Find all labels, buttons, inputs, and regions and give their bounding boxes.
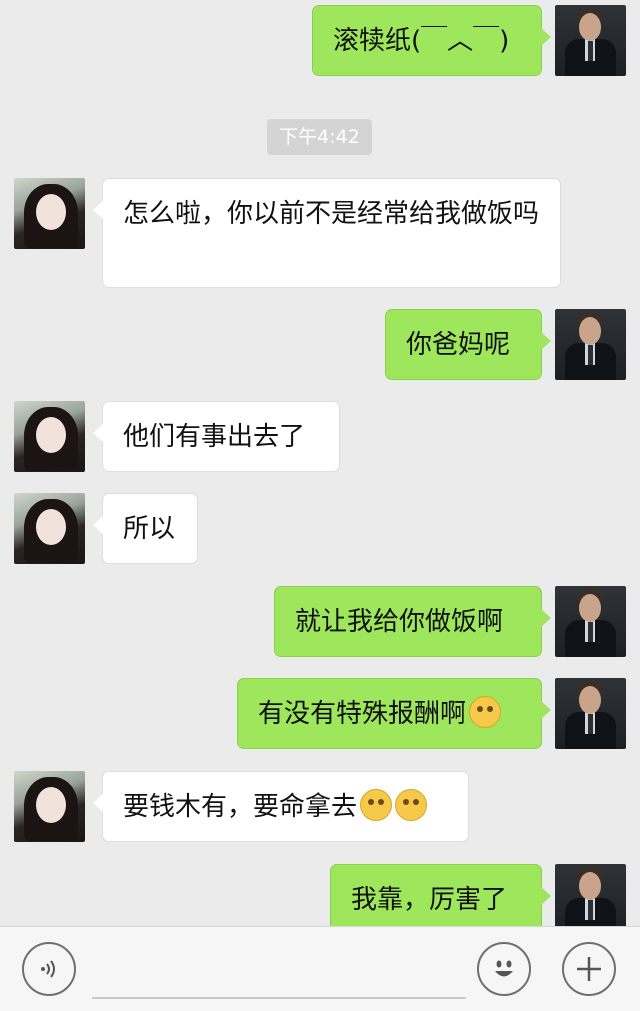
message-bubble-received[interactable]: 他们有事出去了 (93, 401, 340, 472)
contact-avatar-male[interactable] (555, 586, 626, 657)
more-button[interactable] (562, 942, 616, 996)
message-text: 就让我给你做饭啊 (295, 607, 504, 637)
message-text: 有没有特殊报酬啊 (258, 699, 467, 729)
contact-avatar-female[interactable] (14, 493, 85, 564)
emoji-button[interactable] (477, 942, 531, 996)
message-bubble-received[interactable]: 所以 (93, 493, 198, 564)
message-text: 怎么啦，你以前不是经常给我做饭吗 (123, 199, 540, 229)
message-bubble-sent[interactable]: 我靠，厉害了 (330, 864, 551, 926)
voice-button[interactable] (22, 942, 76, 996)
message-bubble-sent[interactable]: 你爸妈呢 (385, 309, 551, 380)
contact-avatar-male[interactable] (555, 678, 626, 749)
contact-avatar-male[interactable] (555, 309, 626, 380)
contact-avatar-male[interactable] (555, 864, 626, 926)
confused-emoji-icon (360, 789, 393, 821)
smiley-icon (495, 960, 513, 977)
chat-area: 滚犊纸(￣︿￣) 下午4:42 怎么啦，你以前不是经常给我做饭吗 你爸妈呢 他们… (0, 0, 640, 926)
confused-emoji-icon (395, 789, 428, 821)
contact-avatar-female[interactable] (14, 771, 85, 842)
message-text: 我靠，厉害了 (351, 885, 508, 915)
message-text: 所以 (123, 514, 176, 544)
contact-avatar-female[interactable] (14, 178, 85, 249)
chat-input-bar (0, 926, 640, 1011)
plus-icon (577, 957, 601, 981)
voice-icon (41, 960, 55, 978)
message-bubble-sent[interactable]: 就让我给你做饭啊 (274, 586, 551, 657)
message-text: 他们有事出去了 (123, 422, 306, 452)
message-bubble-received[interactable]: 怎么啦，你以前不是经常给我做饭吗 (93, 178, 561, 288)
message-bubble-sent[interactable]: 有没有特殊报酬啊 (237, 678, 551, 749)
message-bubble-sent[interactable]: 滚犊纸(￣︿￣) (312, 5, 551, 76)
message-text: 滚犊纸(￣︿￣) (333, 26, 510, 56)
timestamp-label: 下午4:42 (267, 119, 372, 155)
message-input[interactable] (92, 945, 466, 999)
contact-avatar-female[interactable] (14, 401, 85, 472)
message-bubble-received[interactable]: 要钱木有，要命拿去 (93, 771, 469, 842)
contact-avatar-male[interactable] (555, 5, 626, 76)
message-text: 你爸妈呢 (406, 330, 511, 360)
message-text: 要钱木有，要命拿去 (123, 792, 358, 822)
smirk-emoji-icon (469, 696, 502, 728)
